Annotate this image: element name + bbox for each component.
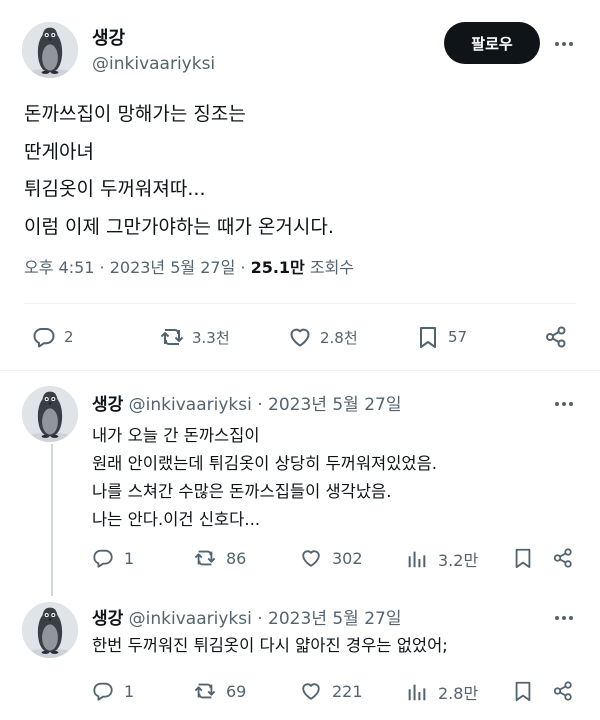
penguin-avatar-image — [22, 602, 78, 658]
heart-icon — [288, 325, 312, 349]
share-button[interactable] — [552, 547, 574, 569]
share-button[interactable] — [552, 680, 574, 702]
bookmark-icon — [416, 325, 440, 349]
reply-line: 나는 안다.이건 신호다... — [92, 510, 261, 529]
reply-line: 한번 두꺼워진 튀김옷이 다시 얇아진 경우는 없었어; — [92, 636, 448, 655]
reply-avatar[interactable] — [22, 602, 78, 658]
bookmark-button[interactable] — [512, 680, 534, 702]
views-button[interactable]: 2.8만 — [406, 680, 478, 704]
like-count: 2.8천 — [320, 328, 358, 347]
follow-button[interactable]: 팔로우 — [444, 22, 540, 64]
author-avatar[interactable] — [22, 22, 78, 78]
reply-line: 내가 오늘 간 돈까스집이 — [92, 426, 260, 445]
share-icon — [552, 680, 574, 702]
tweet-meta: 오후 4:51 · 2023년 5월 27일 · 25.1만 조회수 — [24, 254, 354, 278]
reply-count: 1 — [124, 548, 135, 568]
views-icon — [406, 681, 428, 703]
heart-icon — [300, 547, 322, 569]
divider — [0, 370, 600, 371]
penguin-avatar-image — [22, 22, 78, 78]
views-button[interactable]: 3.2만 — [406, 547, 478, 571]
view-count: 2.8만 — [438, 684, 479, 703]
bookmark-icon — [512, 680, 534, 702]
tweet-line: 튀김옷이 두꺼워져따... — [24, 178, 206, 200]
retweet-count: 3.3천 — [192, 328, 230, 347]
penguin-avatar-image — [22, 386, 78, 442]
author-handle[interactable]: @inkivaariyksi — [92, 54, 215, 74]
thread-connector — [51, 444, 53, 596]
bookmark-button[interactable]: 57 — [416, 325, 467, 349]
reply-handle-date[interactable]: @inkivaariyksi · 2023년 5월 27일 — [123, 395, 402, 415]
share-icon — [552, 547, 574, 569]
view-count: 3.2만 — [438, 551, 479, 570]
bookmark-button[interactable] — [512, 547, 534, 569]
reply-icon — [92, 547, 114, 569]
author-name[interactable]: 생강 — [92, 24, 125, 50]
retweet-icon — [194, 547, 216, 569]
more-icon[interactable] — [552, 394, 576, 414]
reply-text: 내가 오늘 간 돈까스집이 원래 안이랬는데 튀김옷이 상당히 두꺼워져있었음.… — [92, 422, 437, 534]
more-icon[interactable] — [552, 34, 576, 54]
views-icon — [406, 548, 428, 570]
retweet-icon — [160, 325, 184, 349]
bookmark-icon — [512, 547, 534, 569]
bookmark-count: 57 — [448, 328, 468, 346]
reply-author-name[interactable]: 생강 — [92, 609, 123, 629]
like-button[interactable]: 221 — [300, 680, 363, 702]
more-icon[interactable] — [552, 608, 576, 628]
reply-button[interactable]: 2 — [32, 325, 74, 349]
reply-line: 나를 스쳐간 수많은 돈까스집들이 생각났음. — [92, 482, 392, 501]
tweet-line: 이럼 이제 그만가야하는 때가 온거시다. — [24, 215, 334, 238]
reply-icon — [32, 325, 56, 349]
retweet-button[interactable]: 3.3천 — [160, 325, 230, 349]
reply-button[interactable]: 1 — [92, 547, 134, 569]
view-count-label: 조회수 — [304, 258, 355, 277]
reply-icon — [92, 680, 114, 702]
view-count: 25.1만 — [250, 258, 305, 277]
tweet-line: 딴게아녀 — [24, 140, 94, 163]
divider — [24, 303, 576, 304]
retweet-count: 86 — [226, 548, 247, 568]
reply-text: 한번 두꺼워진 튀김옷이 다시 얇아진 경우는 없었어; — [92, 632, 448, 660]
share-button[interactable] — [544, 325, 568, 349]
retweet-button[interactable]: 86 — [194, 547, 246, 569]
reply-count: 1 — [124, 681, 135, 701]
reply-header: 생강 @inkivaariyksi · 2023년 5월 27일 — [92, 390, 402, 415]
retweet-count: 69 — [226, 681, 247, 701]
tweet-text: 돈까쓰집이 망해가는 징조는 딴게아녀 튀김옷이 두꺼워져따... 이럼 이제 … — [24, 96, 334, 246]
share-icon — [544, 325, 568, 349]
reply-button[interactable]: 1 — [92, 680, 134, 702]
tweet-timestamp[interactable]: 오후 4:51 · 2023년 5월 27일 · — [24, 258, 251, 277]
tweet-line: 돈까쓰집이 망해가는 징조는 — [24, 103, 246, 125]
like-count: 221 — [332, 681, 363, 701]
like-button[interactable]: 2.8천 — [288, 325, 358, 349]
reply-handle-date[interactable]: @inkivaariyksi · 2023년 5월 27일 — [123, 609, 402, 629]
reply-line: 원래 안이랬는데 튀김옷이 상당히 두꺼워져있었음. — [92, 454, 438, 473]
retweet-button[interactable]: 69 — [194, 680, 246, 702]
like-count: 302 — [332, 548, 363, 568]
reply-header: 생강 @inkivaariyksi · 2023년 5월 27일 — [92, 604, 402, 629]
retweet-icon — [194, 680, 216, 702]
heart-icon — [300, 680, 322, 702]
reply-count: 2 — [64, 328, 74, 346]
reply-avatar[interactable] — [22, 386, 78, 442]
reply-author-name[interactable]: 생강 — [92, 395, 123, 415]
like-button[interactable]: 302 — [300, 547, 363, 569]
